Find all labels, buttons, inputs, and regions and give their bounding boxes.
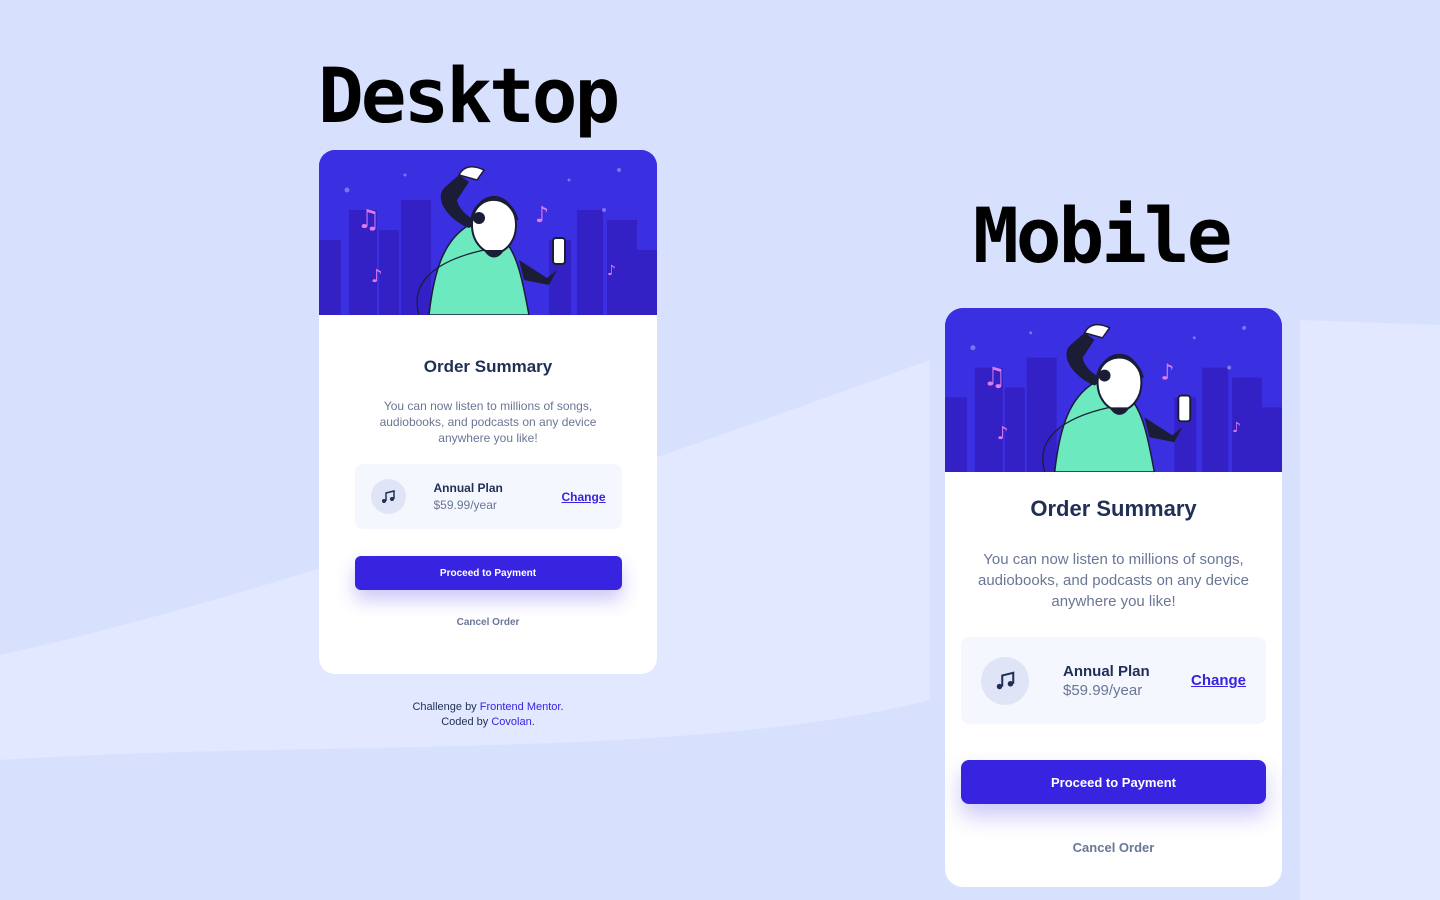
plan-icon-circle <box>370 479 406 514</box>
plan-price: $59.99/year <box>1063 681 1143 699</box>
challenge-prefix: Challenge by <box>412 701 477 713</box>
plan-icon-circle <box>981 656 1029 705</box>
plan-name: Annual Plan <box>433 481 503 495</box>
plan-summary: Annual Plan $59.99/year Change <box>961 637 1266 724</box>
attribution: Challenge by Frontend Mentor. Coded by C… <box>319 700 657 730</box>
coded-prefix: Coded by <box>441 716 489 728</box>
order-summary-card-desktop: ♫ ♪ ♪ ♪ Order Summary You can now listen… <box>319 150 657 674</box>
cancel-order-link[interactable]: Cancel Order <box>319 617 657 628</box>
svg-text:♫: ♫ <box>357 205 380 235</box>
plan-price: $59.99/year <box>433 498 497 512</box>
music-note-icon <box>996 670 1015 689</box>
svg-text:♫: ♫ <box>983 363 1006 393</box>
coded-period: . <box>531 716 535 728</box>
cancel-order-link[interactable]: Cancel Order <box>945 840 1282 855</box>
plan-text: Annual Plan $59.99/year <box>1063 663 1191 699</box>
svg-text:♪: ♪ <box>1232 420 1241 436</box>
plan-summary: Annual Plan $59.99/year Change <box>354 464 622 529</box>
plan-text: Annual Plan $59.99/year <box>434 481 562 512</box>
card-title: Order Summary <box>423 357 553 376</box>
svg-text:♪: ♪ <box>371 266 383 287</box>
attribution-coded-line: Coded by Covolan. <box>319 715 657 730</box>
order-summary-card-mobile: ♫ ♪ ♪ ♪ Order Summary You can now listen… <box>945 308 1282 887</box>
card-description: You can now listen to millions of songs,… <box>379 399 597 445</box>
hero-illustration: ♫ ♪ ♪ ♪ <box>319 150 657 315</box>
svg-text:♪: ♪ <box>997 423 1008 444</box>
card-title: Order Summary <box>1030 496 1197 521</box>
dancing-person-illustration: ♫ ♪ ♪ ♪ <box>945 308 1282 472</box>
change-plan-link[interactable]: Change <box>561 490 605 504</box>
covolan-link[interactable]: Covolan <box>491 716 531 728</box>
attribution-challenge-line: Challenge by Frontend Mentor. <box>319 700 657 715</box>
proceed-to-payment-button[interactable]: Proceed to Payment <box>961 760 1266 804</box>
dancing-person-illustration: ♫ ♪ ♪ ♪ <box>319 150 657 315</box>
mobile-heading: Mobile <box>973 191 1233 280</box>
card-description: You can now listen to millions of songs,… <box>977 551 1250 610</box>
svg-text:♪: ♪ <box>607 263 616 279</box>
hero-illustration: ♫ ♪ ♪ ♪ <box>945 308 1282 472</box>
svg-text:♪: ♪ <box>1160 361 1174 386</box>
frontend-mentor-link[interactable]: Frontend Mentor <box>480 701 561 713</box>
plan-name: Annual Plan <box>1063 662 1150 680</box>
challenge-period: . <box>560 701 564 713</box>
change-plan-link[interactable]: Change <box>1191 672 1246 689</box>
proceed-to-payment-button[interactable]: Proceed to Payment <box>354 556 622 590</box>
music-note-icon <box>382 489 395 503</box>
desktop-heading: Desktop <box>318 51 620 140</box>
svg-text:♪: ♪ <box>535 203 549 228</box>
